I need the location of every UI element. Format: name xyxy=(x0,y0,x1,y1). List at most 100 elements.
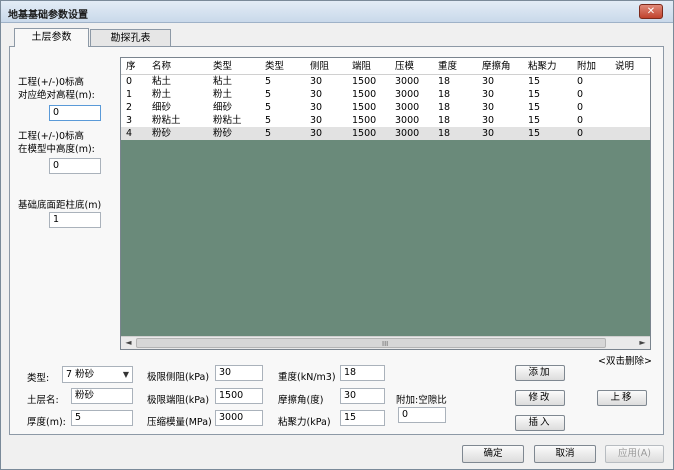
base-distance-input[interactable]: 1 xyxy=(49,212,101,228)
table-row-selected[interactable]: 4 粉砂 粉砂 5 30 1500 3000 18 30 15 0 xyxy=(121,127,650,140)
tab-soil-params[interactable]: 土层参数 xyxy=(14,28,89,47)
friction-angle-input[interactable]: 30 xyxy=(340,388,385,404)
model-height-input[interactable]: 0 xyxy=(49,158,101,174)
cell: 5 xyxy=(265,128,272,139)
cell: 18 xyxy=(438,89,451,100)
abs-elevation-input[interactable]: 0 xyxy=(49,105,101,121)
end-resistance-input[interactable]: 1500 xyxy=(215,388,263,404)
cell: 18 xyxy=(438,128,451,139)
col-header[interactable]: 名称 xyxy=(152,60,171,73)
model-height-label-line2: 在模型中高度(m): xyxy=(18,144,95,155)
table-row[interactable]: 1 粉土 粉土 5 30 1500 3000 18 30 15 0 xyxy=(121,88,650,101)
abs-elevation-label: 工程(+/-)0标高 对应绝对高程(m): xyxy=(18,76,95,102)
type-select-value: 7 粉砂 xyxy=(66,369,95,380)
cell: 3000 xyxy=(395,128,420,139)
cell: 15 xyxy=(528,102,541,113)
cell: 0 xyxy=(126,76,133,87)
col-header[interactable]: 侧阻 xyxy=(310,60,329,73)
type-select[interactable]: 7 粉砂 ▼ xyxy=(62,366,133,383)
double-click-delete-hint: <双击删除> xyxy=(598,356,652,367)
cell: 30 xyxy=(482,115,495,126)
scroll-left-icon[interactable]: ◄ xyxy=(122,337,135,349)
table-row[interactable]: 0 粘土 粘土 5 30 1500 3000 18 30 15 0 xyxy=(121,75,650,88)
cell: 0 xyxy=(577,76,584,87)
cohesion-input[interactable]: 15 xyxy=(340,410,385,426)
col-header[interactable]: 端阻 xyxy=(352,60,371,73)
ok-button[interactable]: 确定 xyxy=(462,445,524,463)
cell: 粉土 xyxy=(152,89,172,100)
cohesion-label: 粘聚力(kPa) xyxy=(278,417,331,428)
col-header[interactable]: 附加 xyxy=(577,60,596,73)
col-header[interactable]: 摩擦角 xyxy=(482,60,511,73)
window-title: 地基基础参数设置 xyxy=(8,10,88,21)
modify-button[interactable]: 修改 xyxy=(515,390,565,406)
scroll-right-icon[interactable]: ► xyxy=(636,337,649,349)
abs-elevation-label-line1: 工程(+/-)0标高 xyxy=(18,77,85,88)
cell: 5 xyxy=(265,76,272,87)
col-header[interactable]: 说明 xyxy=(615,60,634,73)
apply-button[interactable]: 应用(A) xyxy=(605,445,664,463)
friction-angle-label: 摩擦角(度) xyxy=(278,395,324,406)
cell: 0 xyxy=(577,115,584,126)
horizontal-scrollbar[interactable]: ◄ III ► xyxy=(121,336,650,349)
cell: 3 xyxy=(126,115,133,126)
grid-header: 序 名称 类型 类型 侧阻 端阻 压模 重度 摩擦角 粘聚力 附加 说明 xyxy=(121,58,650,75)
tab-soil-params-label: 土层参数 xyxy=(31,32,72,43)
cell: 3000 xyxy=(395,89,420,100)
col-header[interactable]: 类型 xyxy=(213,60,232,73)
add-button[interactable]: 添加 xyxy=(515,365,565,381)
compression-modulus-input[interactable]: 3000 xyxy=(215,410,263,426)
col-header[interactable]: 类型 xyxy=(265,60,284,73)
soil-layer-grid[interactable]: 序 名称 类型 类型 侧阻 端阻 压模 重度 摩擦角 粘聚力 附加 说明 0 粘… xyxy=(120,57,651,350)
cell: 粘土 xyxy=(152,76,172,87)
cell: 15 xyxy=(528,89,541,100)
cell: 5 xyxy=(265,102,272,113)
cell: 15 xyxy=(528,128,541,139)
thickness-input[interactable]: 5 xyxy=(71,410,133,426)
tab-borehole-table[interactable]: 勘探孔表 xyxy=(90,29,171,47)
col-header[interactable]: 粘聚力 xyxy=(528,60,557,73)
cell: 0 xyxy=(577,102,584,113)
void-ratio-input[interactable]: 0 xyxy=(398,407,446,423)
cell: 30 xyxy=(310,89,323,100)
insert-button[interactable]: 插入 xyxy=(515,415,565,431)
table-row[interactable]: 2 细砂 细砂 5 30 1500 3000 18 30 15 0 xyxy=(121,101,650,114)
table-row[interactable]: 3 粉粘土 粉粘土 5 30 1500 3000 18 30 15 0 xyxy=(121,114,650,127)
cell: 18 xyxy=(438,115,451,126)
cell: 3000 xyxy=(395,76,420,87)
cell: 3000 xyxy=(395,115,420,126)
abs-elevation-label-line2: 对应绝对高程(m): xyxy=(18,90,95,101)
chevron-down-icon: ▼ xyxy=(122,370,129,379)
model-height-label-line1: 工程(+/-)0标高 xyxy=(18,131,85,142)
cell: 0 xyxy=(577,89,584,100)
cell: 2 xyxy=(126,102,133,113)
cell: 30 xyxy=(310,115,323,126)
void-ratio-label: 附加:空隙比 xyxy=(396,395,447,406)
layer-name-input[interactable]: 粉砂 xyxy=(71,388,133,404)
cell: 粉土 xyxy=(213,89,233,100)
cell: 4 xyxy=(126,128,133,139)
move-up-button[interactable]: 上移 xyxy=(597,390,647,406)
type-label: 类型: xyxy=(27,373,50,384)
col-header[interactable]: 压模 xyxy=(395,60,414,73)
model-height-label: 工程(+/-)0标高 在模型中高度(m): xyxy=(18,130,95,156)
cell: 30 xyxy=(482,102,495,113)
cell: 30 xyxy=(310,128,323,139)
close-button[interactable]: ✕ xyxy=(639,4,663,19)
cancel-button[interactable]: 取消 xyxy=(534,445,596,463)
cell: 5 xyxy=(265,89,272,100)
col-header[interactable]: 重度 xyxy=(438,60,457,73)
tab-borehole-table-label: 勘探孔表 xyxy=(110,33,151,44)
layer-name-label: 土层名: xyxy=(27,395,59,406)
cell: 15 xyxy=(528,115,541,126)
unit-weight-label: 重度(kN/m3) xyxy=(278,372,336,383)
unit-weight-input[interactable]: 18 xyxy=(340,365,385,381)
cell: 细砂 xyxy=(213,102,233,113)
base-distance-label: 基础底面距柱底(m) xyxy=(18,200,102,211)
col-header[interactable]: 序 xyxy=(126,60,136,73)
scroll-thumb[interactable]: III xyxy=(136,338,606,348)
cell: 30 xyxy=(482,89,495,100)
cell: 3000 xyxy=(395,102,420,113)
side-resistance-input[interactable]: 30 xyxy=(215,365,263,381)
close-icon: ✕ xyxy=(646,6,656,17)
